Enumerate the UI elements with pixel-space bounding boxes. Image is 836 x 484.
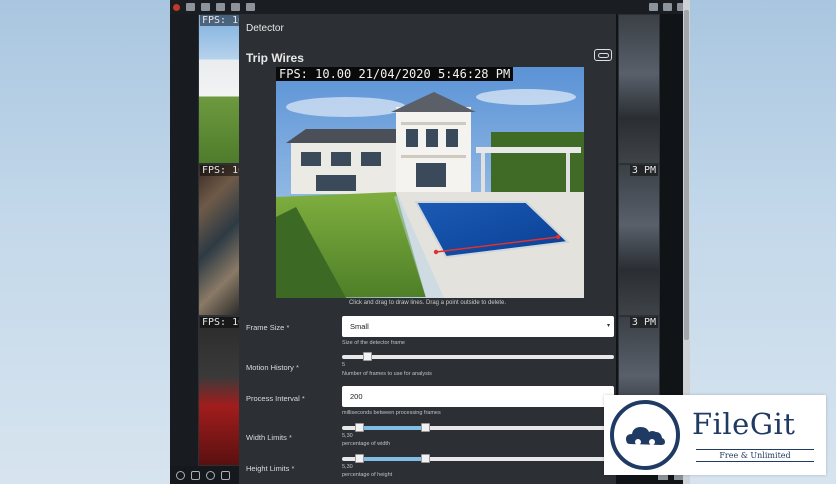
motion-history-value: 5 (342, 362, 346, 368)
required-marker: * (291, 464, 295, 473)
preview-timestamp-overlay: FPS: 10.00 21/04/2020 5:46:28 PM (276, 67, 514, 81)
camera-fps-label: FPS: 10 (200, 15, 239, 26)
trip-wire-hint: Click and drag to draw lines. Drag a poi… (348, 300, 507, 306)
watermark-tagline: Free & Unlimited (696, 449, 814, 462)
bottom-toolbar (170, 466, 240, 484)
camera-time-label: 3 PM (629, 165, 658, 176)
camera-fps-label: FPS: 10 (200, 165, 239, 176)
width-limits-label: Width Limits * (246, 433, 292, 442)
image-icon[interactable] (246, 3, 255, 11)
frame-size-label: Frame Size * (246, 323, 289, 332)
width-limits-help: percentage of width (342, 441, 391, 447)
required-marker: * (296, 363, 299, 372)
height-limits-value: 5,30 (342, 464, 353, 470)
user-icon[interactable] (649, 3, 658, 11)
width-limits-label-text: Width Limits (246, 433, 287, 442)
height-limits-label: Height Limits * (246, 464, 294, 473)
link-icon (598, 53, 609, 58)
camera-fps-label: FPS: 10 (200, 317, 239, 328)
chevron-down-icon: ▾ (606, 323, 610, 329)
width-limits-slider-fill (359, 426, 426, 430)
process-interval-label: Process Interval * (246, 394, 305, 403)
process-interval-value: 200 (350, 392, 363, 401)
width-limits-max-thumb[interactable] (420, 423, 430, 432)
process-interval-label-text: Process Interval (246, 394, 300, 403)
detector-panel: Detector Trip Wires FPS: 10.00 21/04/202… (239, 14, 616, 484)
motion-history-label: Motion History * (246, 363, 299, 372)
camera-tile[interactable]: FPS: 10 (198, 14, 240, 164)
filegit-logo (610, 400, 680, 470)
video-icon[interactable] (201, 3, 210, 11)
link-toggle-button[interactable] (594, 49, 612, 61)
motion-history-slider-thumb[interactable] (363, 352, 373, 361)
side-strip (170, 14, 198, 484)
camera-icon[interactable] (221, 470, 230, 480)
process-interval-help: milliseconds between processing frames (342, 410, 441, 416)
height-limits-slider[interactable] (342, 454, 614, 463)
height-limits-max-thumb[interactable] (420, 454, 430, 463)
camera-tile[interactable] (618, 14, 660, 164)
calendar-icon[interactable] (216, 3, 225, 11)
camera-time-label: 3 PM (629, 317, 658, 328)
document-icon[interactable] (231, 3, 240, 11)
motion-history-help: Number of frames to use for analysis (342, 371, 432, 377)
required-marker: * (288, 433, 292, 442)
height-limits-help: percentage of height (342, 472, 393, 478)
camera-tile[interactable]: 3 PM (618, 164, 660, 316)
watermark-name: FileGit (692, 407, 796, 441)
required-marker: * (301, 394, 305, 403)
section-title: Trip Wires (246, 51, 304, 65)
grid-icon[interactable] (186, 3, 195, 11)
frame-size-select[interactable]: Small ▾ (342, 316, 614, 337)
motion-history-label-text: Motion History (246, 363, 294, 372)
cloud-icon (618, 408, 672, 462)
camera-tile[interactable]: FPS: 10 (198, 164, 240, 316)
motion-history-slider[interactable] (342, 352, 614, 361)
frame-size-label-text: Frame Size (246, 323, 285, 332)
top-toolbar (170, 0, 690, 14)
trip-wire-canvas[interactable]: FPS: 10.00 21/04/2020 5:46:28 PM (276, 67, 584, 298)
camera-preview-image (276, 67, 584, 298)
app-logo-icon (173, 3, 180, 11)
power-icon[interactable] (176, 470, 185, 480)
camera-tile[interactable]: FPS: 10 (198, 316, 240, 466)
scrollbar-thumb[interactable] (684, 10, 689, 340)
filegit-watermark: FileGit Free & Unlimited (604, 395, 826, 475)
list-icon[interactable] (663, 3, 672, 11)
frame-size-value: Small (350, 322, 369, 331)
process-interval-input[interactable]: 200 (342, 386, 614, 407)
width-limits-slider[interactable] (342, 423, 614, 432)
required-marker: * (286, 323, 290, 332)
width-limits-min-thumb[interactable] (355, 423, 365, 432)
height-limits-slider-fill (359, 457, 426, 461)
panel-title: Detector (246, 23, 284, 34)
edit-icon[interactable] (191, 470, 200, 480)
width-limits-value: 5,30 (342, 433, 353, 439)
add-icon[interactable] (206, 470, 215, 480)
frame-size-help: Size of the detector frame (342, 340, 405, 346)
height-limits-label-text: Height Limits (246, 464, 290, 473)
height-limits-min-thumb[interactable] (355, 454, 365, 463)
